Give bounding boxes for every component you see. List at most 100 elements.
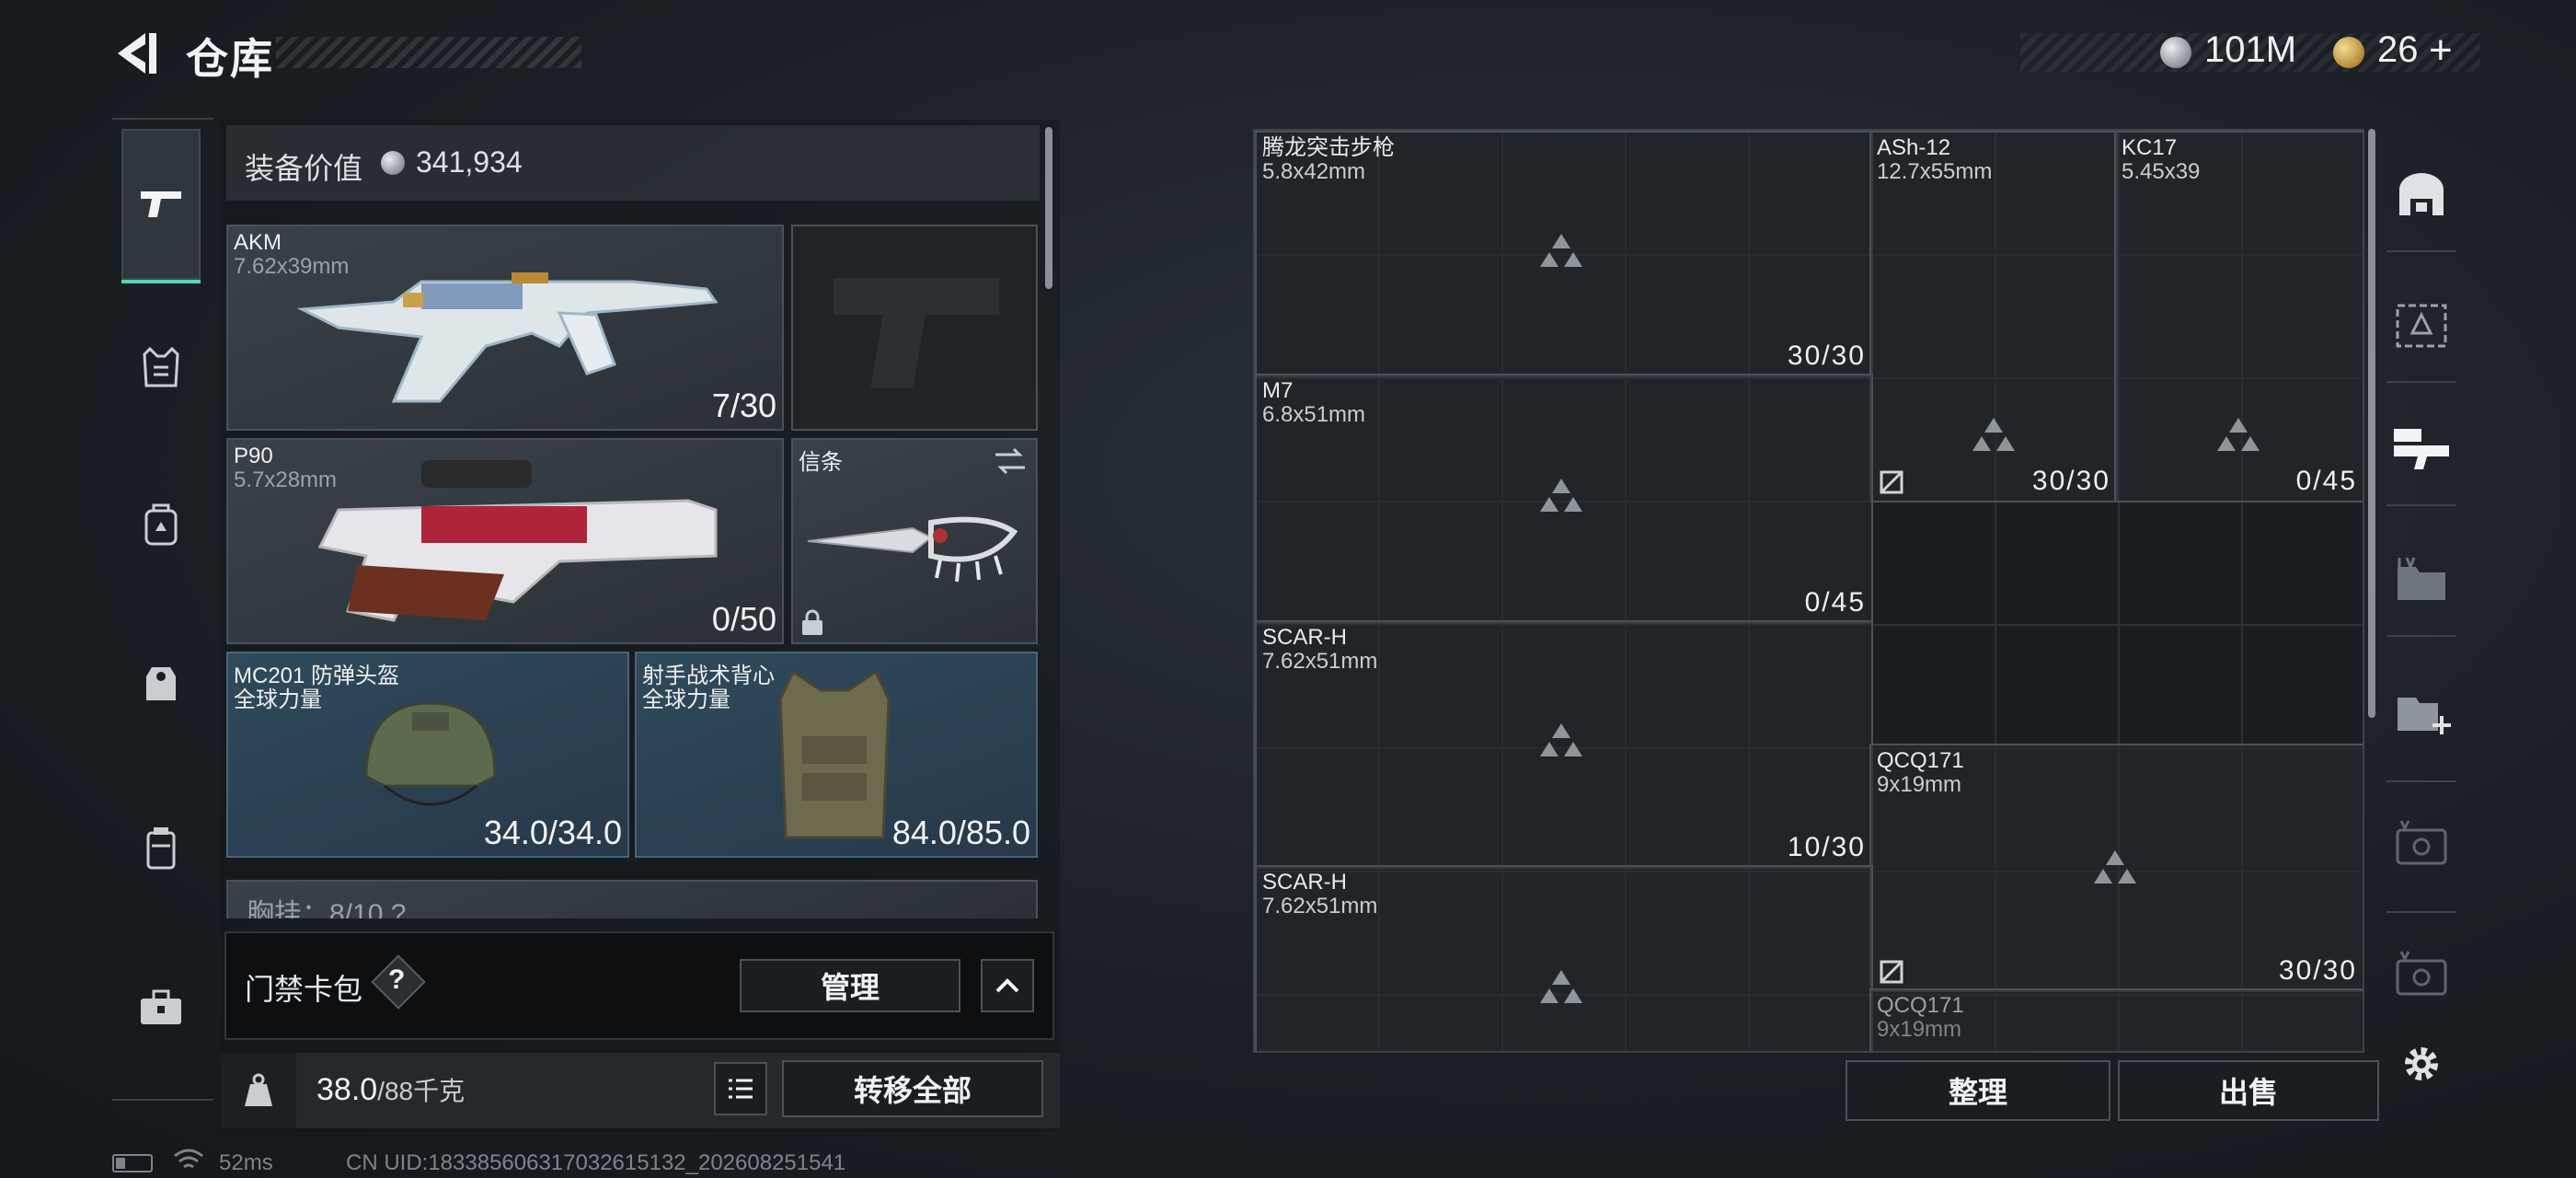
stash-scrollbar[interactable] (2368, 129, 2375, 718)
stash-item[interactable]: QCQ171 9x19mm 30/30 (1869, 744, 2363, 992)
rail-tab-add-folder[interactable] (2377, 666, 2466, 755)
backpack-icon (144, 503, 178, 546)
pistol-slot[interactable] (791, 225, 1038, 431)
settings-button[interactable] (2377, 1020, 2466, 1108)
sort-button[interactable]: 整理 (1846, 1060, 2110, 1121)
silver-coin-icon (2160, 37, 2191, 68)
ping-text: 52ms (219, 1150, 273, 1175)
keycard-label: 门禁卡包 (245, 973, 363, 1006)
case-v2-icon (2396, 951, 2447, 996)
chest-rig-icon (146, 827, 176, 870)
rail-tab-armor[interactable] (121, 644, 201, 723)
secondary-weapon-name: P90 (234, 444, 273, 468)
ammo-triangle-icon (1972, 418, 2015, 451)
knife-icon (807, 516, 1018, 583)
item-count: 10/30 (1787, 832, 1866, 862)
item-caliber: 5.8x42mm (1262, 159, 1366, 184)
item-name: QCQ171 (1877, 993, 1964, 1018)
item-name: QCQ171 (1877, 748, 1964, 773)
item-caliber: 12.7x55mm (1877, 159, 1993, 184)
stash-item[interactable]: SCAR-H 7.62x51mm (1255, 865, 1873, 1051)
melee-name: 信条 (799, 450, 843, 475)
tactical-vest-icon (778, 669, 891, 839)
gun-tab-icon (2394, 429, 2449, 469)
akm-rifle-icon (296, 272, 719, 403)
item-caliber: 7.62x51mm (1262, 649, 1378, 674)
rail-divider (2386, 250, 2456, 252)
vest-icon (143, 347, 179, 387)
chest-rig-slot[interactable]: 胸挂：8/10 ? (226, 880, 1038, 918)
transfer-all-button[interactable]: 转移全部 (782, 1060, 1043, 1117)
item-count: 30/30 (1787, 341, 1866, 371)
settings-icon (2405, 1047, 2438, 1080)
stash-item[interactable]: M7 6.8x51mm 0/45 (1255, 374, 1873, 624)
loadout-scrollbar[interactable] (1045, 127, 1052, 289)
rail-tab-weapons[interactable] (121, 129, 201, 283)
sell-button[interactable]: 出售 (2118, 1060, 2379, 1121)
item-name: 腾龙突击步枪 (1262, 135, 1395, 160)
weight-value: 38.0 (316, 1072, 378, 1107)
chevron-up-icon (995, 978, 1019, 993)
rail-tab-vest[interactable] (121, 328, 201, 407)
back-arrow-icon[interactable] (109, 28, 160, 79)
help-icon-glyph: ? (388, 964, 406, 995)
manage-button[interactable]: 管理 (740, 959, 960, 1012)
lock-icon (802, 609, 822, 635)
rail-tab-case-v[interactable] (2377, 799, 2466, 887)
vest-slot[interactable]: 射手战术背心 全球力量 84.0/85.0 (635, 652, 1038, 858)
stash-item[interactable]: KC17 5.45x39 0/45 (2114, 131, 2363, 502)
armor-icon (146, 667, 176, 700)
melee-slot[interactable]: 信条 (791, 438, 1038, 644)
ammo-triangle-icon (2094, 850, 2136, 884)
vest-durability: 84.0/85.0 (891, 814, 1030, 851)
keycard-bar: 门禁卡包 ? 管理 (224, 931, 1054, 1040)
uid-text: CN UID:183385606317032615132_20260825154… (346, 1150, 846, 1175)
ammo-triangle-icon (1540, 723, 1582, 756)
add-currency-button[interactable]: + (2429, 28, 2453, 74)
stash-item[interactable]: QCQ171 9x19mm (1869, 988, 2363, 1051)
item-caliber: 6.8x51mm (1262, 402, 1366, 427)
secondary-weapon-ammo: 0/50 (711, 600, 776, 638)
rail-divider (2386, 381, 2456, 383)
chest-rig-capacity: 胸挂：8/10 ? (247, 899, 407, 918)
stash-item[interactable]: SCAR-H 7.62x51mm 10/30 (1255, 620, 1873, 869)
ammo-triangle-icon (1540, 479, 1582, 512)
rail-tab-toolbox[interactable] (121, 968, 201, 1047)
rail-tab-chest-rig[interactable] (121, 808, 201, 887)
item-caliber: 9x19mm (1877, 1017, 1962, 1042)
item-count: 0/45 (2295, 466, 2357, 496)
ammo-triangle-icon (1540, 970, 1582, 1003)
primary-weapon-slot[interactable]: AKM 7.62x39mm 7/30 (226, 225, 784, 431)
collapse-button[interactable] (981, 959, 1034, 1012)
toolbox-icon (141, 989, 181, 1024)
item-name: M7 (1262, 378, 1294, 403)
stash-item[interactable]: 腾龙突击步枪 5.8x42mm 30/30 (1255, 131, 1873, 377)
weight-icon-box (221, 1053, 296, 1128)
pistol-icon (141, 191, 181, 217)
rail-divider (2386, 780, 2456, 782)
rail-tab-folder-iv[interactable] (2377, 536, 2466, 624)
list-view-button[interactable] (714, 1062, 767, 1115)
rail-tab-modify[interactable] (2377, 282, 2466, 370)
rail-divider (2386, 911, 2456, 913)
weight-kg-icon (245, 1073, 272, 1106)
rail-tab-guns[interactable] (2377, 405, 2466, 493)
stash-item[interactable]: ASh-12 12.7x55mm 30/30 (1869, 131, 2118, 502)
rail-divider (2386, 504, 2456, 506)
helmet-icon (364, 701, 497, 806)
swap-icon[interactable] (992, 445, 1029, 477)
list-icon (729, 1079, 753, 1099)
weapon-mod-icon (2396, 304, 2447, 348)
silver-currency-value: 101M (2204, 29, 2297, 70)
secondary-weapon-slot[interactable]: P90 5.7x28mm 0/50 (226, 438, 784, 644)
rail-tab-backpack[interactable] (121, 484, 201, 563)
no-attachment-icon (1880, 470, 1903, 494)
vest-brand: 全球力量 (642, 687, 730, 712)
battery-icon (112, 1154, 153, 1172)
wifi-icon (174, 1149, 203, 1169)
helmet-slot[interactable]: MC201 防弹头盔 全球力量 34.0/34.0 (226, 652, 629, 858)
pistol-silhouette-icon (834, 278, 999, 388)
rail-tab-case-v2[interactable] (2377, 930, 2466, 1018)
rail-tab-stash[interactable] (2377, 151, 2466, 239)
stash-grid: 腾龙突击步枪 5.8x42mm 30/30 ASh-12 12.7x55mm 3… (1253, 129, 2364, 1053)
